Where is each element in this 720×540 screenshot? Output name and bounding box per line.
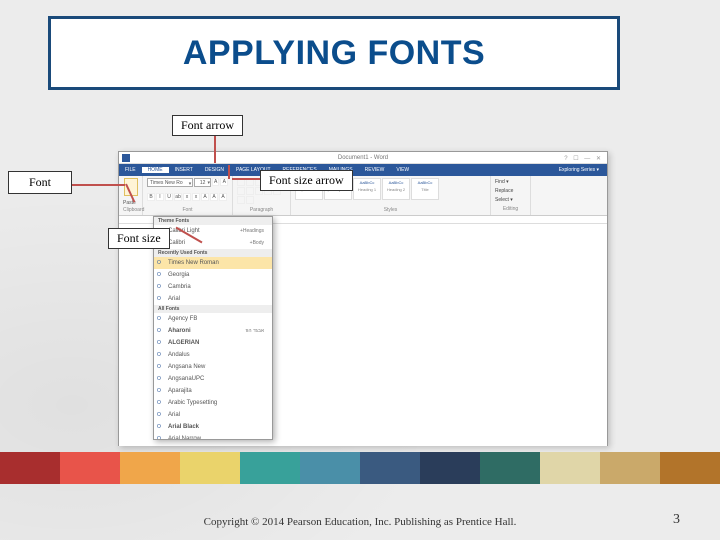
font-dropdown[interactable]: Theme Fonts OCalibri Light+Headings OCal…: [153, 216, 273, 440]
font-item[interactable]: OAparajita: [154, 385, 272, 397]
select-button[interactable]: Select ▾: [495, 196, 526, 204]
theme-fonts-header: Theme Fonts: [154, 217, 272, 225]
font-item[interactable]: OGeorgia: [154, 269, 272, 281]
leader-line: [228, 165, 230, 179]
font-item[interactable]: OTimes New Roman: [154, 257, 272, 269]
paragraph-label: Paragraph: [237, 207, 286, 213]
font-item[interactable]: OALGERIAN: [154, 337, 272, 349]
recent-fonts-header: Recently Used Fonts: [154, 249, 272, 257]
font-item[interactable]: OCalibri Light+Headings: [154, 225, 272, 237]
leader-line: [214, 133, 216, 163]
underline-button[interactable]: U: [165, 193, 173, 201]
font-item[interactable]: OCalibri+Body: [154, 237, 272, 249]
font-size-arrow-icon[interactable]: ▾: [207, 179, 210, 187]
font-item[interactable]: OAngsanaUPC: [154, 373, 272, 385]
callout-font-size: Font size: [108, 228, 170, 249]
italic-button[interactable]: I: [156, 193, 164, 201]
tab-file[interactable]: FILE: [119, 167, 142, 173]
font-item[interactable]: OArial Narrow: [154, 433, 272, 440]
window-controls[interactable]: ? ☐ — ✕: [564, 153, 603, 165]
callout-font-size-arrow: Font size arrow: [260, 170, 353, 191]
bold-button[interactable]: B: [147, 193, 155, 201]
doc-placeholder: (Heading) (Body): [239, 231, 519, 243]
word-window: Document1 - Word ? ☐ — ✕ FILE HOME INSER…: [118, 151, 608, 446]
tab-review[interactable]: REVIEW: [359, 167, 391, 173]
color-stripe: [0, 452, 720, 484]
grow-font-button[interactable]: A: [212, 178, 220, 186]
font-color-button[interactable]: A: [219, 193, 227, 201]
copyright-footer: Copyright © 2014 Pearson Education, Inc.…: [0, 516, 720, 528]
font-item[interactable]: OArial: [154, 409, 272, 421]
slide-title-box: APPLYING FONTS: [48, 16, 620, 90]
styles-label: Styles: [295, 207, 486, 213]
font-group: Times New Ro▾ 12▾ A A B I U ab x x A A A…: [143, 176, 233, 215]
editing-label: Editing: [495, 205, 526, 213]
account-label[interactable]: Exploring Series ▾: [553, 167, 607, 173]
font-arrow-icon[interactable]: ▾: [189, 180, 192, 188]
font-name-combo[interactable]: Times New Ro▾: [147, 178, 193, 187]
strike-button[interactable]: ab: [174, 193, 182, 201]
page-number: 3: [673, 512, 680, 528]
font-item[interactable]: OAngsana New: [154, 361, 272, 373]
slide-title: APPLYING FONTS: [183, 34, 485, 73]
tab-insert[interactable]: INSERT: [169, 167, 199, 173]
callout-font: Font: [8, 171, 72, 194]
tab-design[interactable]: DESIGN: [199, 167, 230, 173]
highlight-button[interactable]: A: [210, 193, 218, 201]
document-area[interactable]: (Heading) (Body) Theme Fonts OCalibri Li…: [119, 216, 607, 446]
leader-line: [232, 178, 260, 180]
tab-view[interactable]: VIEW: [390, 167, 415, 173]
font-item[interactable]: OAgency FB: [154, 313, 272, 325]
font-item[interactable]: OArabic Typesetting: [154, 397, 272, 409]
tab-home[interactable]: HOME: [142, 167, 169, 173]
replace-button[interactable]: Replace: [495, 187, 526, 195]
subscript-button[interactable]: x: [183, 193, 191, 201]
word-titlebar: Document1 - Word ? ☐ — ✕: [119, 152, 607, 164]
all-fonts-header: All Fonts: [154, 305, 272, 313]
ribbon-tabs: FILE HOME INSERT DESIGN PAGE LAYOUT REFE…: [119, 164, 607, 176]
callout-font-arrow: Font arrow: [172, 115, 243, 136]
clipboard-label: Clipboard: [123, 207, 138, 213]
editing-group: Find ▾ Replace Select ▾ Editing: [491, 176, 531, 215]
text-effects-button[interactable]: A: [201, 193, 209, 201]
find-button[interactable]: Find ▾: [495, 178, 526, 186]
style-title[interactable]: AaBbCcTitle: [411, 178, 439, 200]
font-item[interactable]: OArial: [154, 293, 272, 305]
word-logo-icon: [122, 154, 130, 162]
font-item[interactable]: OCambria: [154, 281, 272, 293]
font-item[interactable]: OAndalus: [154, 349, 272, 361]
paste-label: Paste: [123, 200, 138, 206]
font-item[interactable]: OAharoniאבגד הוז: [154, 325, 272, 337]
document-title: Document1 - Word: [338, 155, 388, 161]
font-size-combo[interactable]: 12▾: [194, 178, 211, 187]
shrink-font-button[interactable]: A: [220, 178, 228, 186]
font-group-label: Font: [147, 207, 228, 213]
font-item[interactable]: OArial Black: [154, 421, 272, 433]
style-heading1[interactable]: AaBbCcHeading 1: [353, 178, 381, 200]
style-heading2[interactable]: AaBbCcHeading 2: [382, 178, 410, 200]
ribbon: Paste Clipboard Times New Ro▾ 12▾ A A B …: [119, 176, 607, 216]
superscript-button[interactable]: x: [192, 193, 200, 201]
